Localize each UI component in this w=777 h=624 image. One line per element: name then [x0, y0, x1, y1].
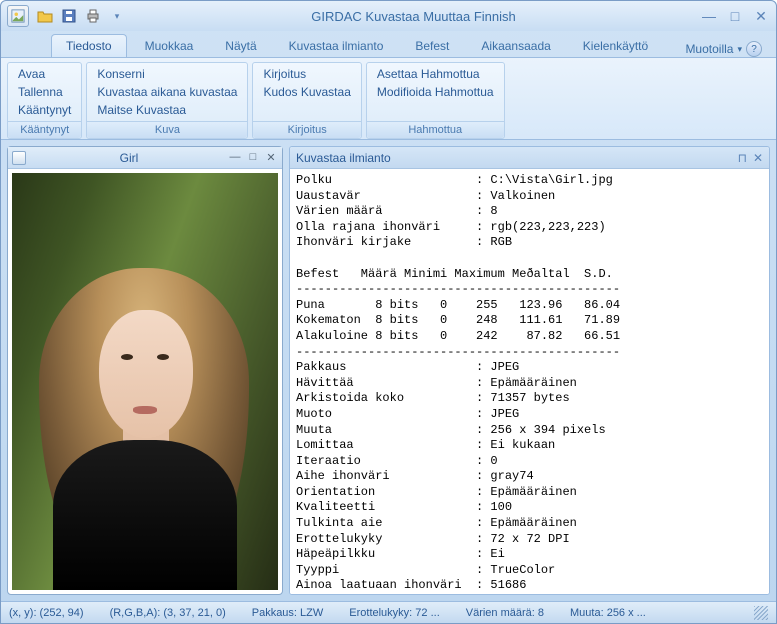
ribbon-group-label: Kääntynyt	[8, 121, 81, 138]
tab-kielenkaytto[interactable]: Kielenkäyttö	[569, 35, 662, 57]
status-rgba: (R,G,B,A): (3, 37, 21, 0)	[110, 607, 226, 619]
ribbon-tabs: Tiedosto Muokkaa Näytä Kuvastaa ilmianto…	[1, 31, 776, 57]
quick-access-toolbar: ▾	[35, 6, 127, 26]
ribbon-item-tallenna[interactable]: Tallenna	[14, 83, 75, 101]
document-icon	[12, 151, 26, 165]
info-panel-text[interactable]: Polku : C:\Vista\Girl.jpg Uaustavär : Va…	[290, 169, 769, 594]
tab-befest[interactable]: Befest	[401, 35, 463, 57]
tab-muokkaa[interactable]: Muokkaa	[131, 35, 208, 57]
status-muuta: Muuta: 256 x ...	[570, 607, 646, 619]
chevron-down-icon[interactable]: ▾	[737, 44, 742, 55]
maximize-button[interactable]: □	[726, 8, 744, 25]
window-controls: — □ ✕	[700, 8, 770, 25]
ribbon-group-kuva: Konserni Kuvastaa aikana kuvastaa Maitse…	[86, 62, 248, 139]
pin-icon[interactable]: ⊓	[738, 151, 747, 165]
info-panel-title: Kuvastaa ilmianto	[296, 151, 738, 165]
qat-more-icon[interactable]: ▾	[107, 6, 127, 26]
help-icon[interactable]: ?	[746, 41, 762, 57]
minimize-button[interactable]: —	[700, 8, 718, 25]
ribbon-group-kirjoitus: Kirjoitus Kudos Kuvastaa - Kirjoitus	[252, 62, 361, 139]
ribbon-item-asettaa[interactable]: Asettaa Hahmottua	[373, 65, 498, 83]
tab-tiedosto[interactable]: Tiedosto	[51, 34, 127, 57]
ribbon-item-avaa[interactable]: Avaa	[14, 65, 75, 83]
info-panel-header: Kuvastaa ilmianto ⊓ ✕	[290, 147, 769, 169]
save-icon[interactable]	[59, 6, 79, 26]
panel-close-button[interactable]: ✕	[753, 151, 763, 165]
resize-grip[interactable]	[754, 606, 768, 620]
image-window-title: Girl	[30, 151, 228, 165]
open-icon[interactable]	[35, 6, 55, 26]
main-window: ▾ GIRDAC Kuvastaa Muuttaa Finnish — □ ✕ …	[0, 0, 777, 624]
ribbon-item-kirjoitus[interactable]: Kirjoitus	[259, 65, 354, 83]
ribbon-group-label: Hahmottua	[367, 121, 504, 138]
mdi-minimize-button[interactable]: —	[228, 151, 242, 164]
ribbon-item-modifioida[interactable]: Modifioida Hahmottua	[373, 83, 498, 101]
statusbar: (x, y): (252, 94) (R,G,B,A): (3, 37, 21,…	[1, 601, 776, 623]
muotoilla-menu[interactable]: Muotoilla	[685, 42, 733, 56]
status-pakkaus: Pakkaus: LZW	[252, 607, 324, 619]
ribbon-item-maitse[interactable]: Maitse Kuvastaa	[93, 101, 241, 119]
tab-kuvastaa-ilmianto[interactable]: Kuvastaa ilmianto	[275, 35, 398, 57]
mdi-close-button[interactable]: ✕	[264, 151, 278, 164]
image-canvas[interactable]	[8, 169, 282, 594]
workspace: Girl — □ ✕	[1, 140, 776, 601]
image-window-titlebar[interactable]: Girl — □ ✕	[8, 147, 282, 169]
ribbon-item-konserni[interactable]: Konserni	[93, 65, 241, 83]
ribbon-group-kaantynyt: Avaa Tallenna Kääntynyt Kääntynyt	[7, 62, 82, 139]
ribbon-item-kaantynyt[interactable]: Kääntynyt	[14, 101, 75, 119]
ribbon-group-hahmottua: Asettaa Hahmottua Modifioida Hahmottua -…	[366, 62, 505, 139]
ribbon-item-kuvastaa-aikana[interactable]: Kuvastaa aikana kuvastaa	[93, 83, 241, 101]
print-icon[interactable]	[83, 6, 103, 26]
info-panel: Kuvastaa ilmianto ⊓ ✕ Polku : C:\Vista\G…	[289, 146, 770, 595]
tab-aikaansaada[interactable]: Aikaansaada	[467, 35, 564, 57]
titlebar: ▾ GIRDAC Kuvastaa Muuttaa Finnish — □ ✕	[1, 1, 776, 31]
ribbon-item-kudos[interactable]: Kudos Kuvastaa	[259, 83, 354, 101]
mdi-maximize-button[interactable]: □	[246, 151, 260, 164]
image-window: Girl — □ ✕	[7, 146, 283, 595]
status-varien: Värien määrä: 8	[466, 607, 544, 619]
status-erottelukyky: Erottelukyky: 72 ...	[349, 607, 439, 619]
app-icon[interactable]	[7, 5, 29, 27]
ribbon-group-label: Kirjoitus	[253, 121, 360, 138]
ribbon-group-label: Kuva	[87, 121, 247, 138]
ribbon: Avaa Tallenna Kääntynyt Kääntynyt Konser…	[1, 57, 776, 140]
status-xy: (x, y): (252, 94)	[9, 607, 84, 619]
photo-image	[12, 173, 278, 590]
close-button[interactable]: ✕	[752, 8, 770, 25]
tab-nayta[interactable]: Näytä	[211, 35, 270, 57]
window-title: GIRDAC Kuvastaa Muuttaa Finnish	[127, 9, 700, 24]
